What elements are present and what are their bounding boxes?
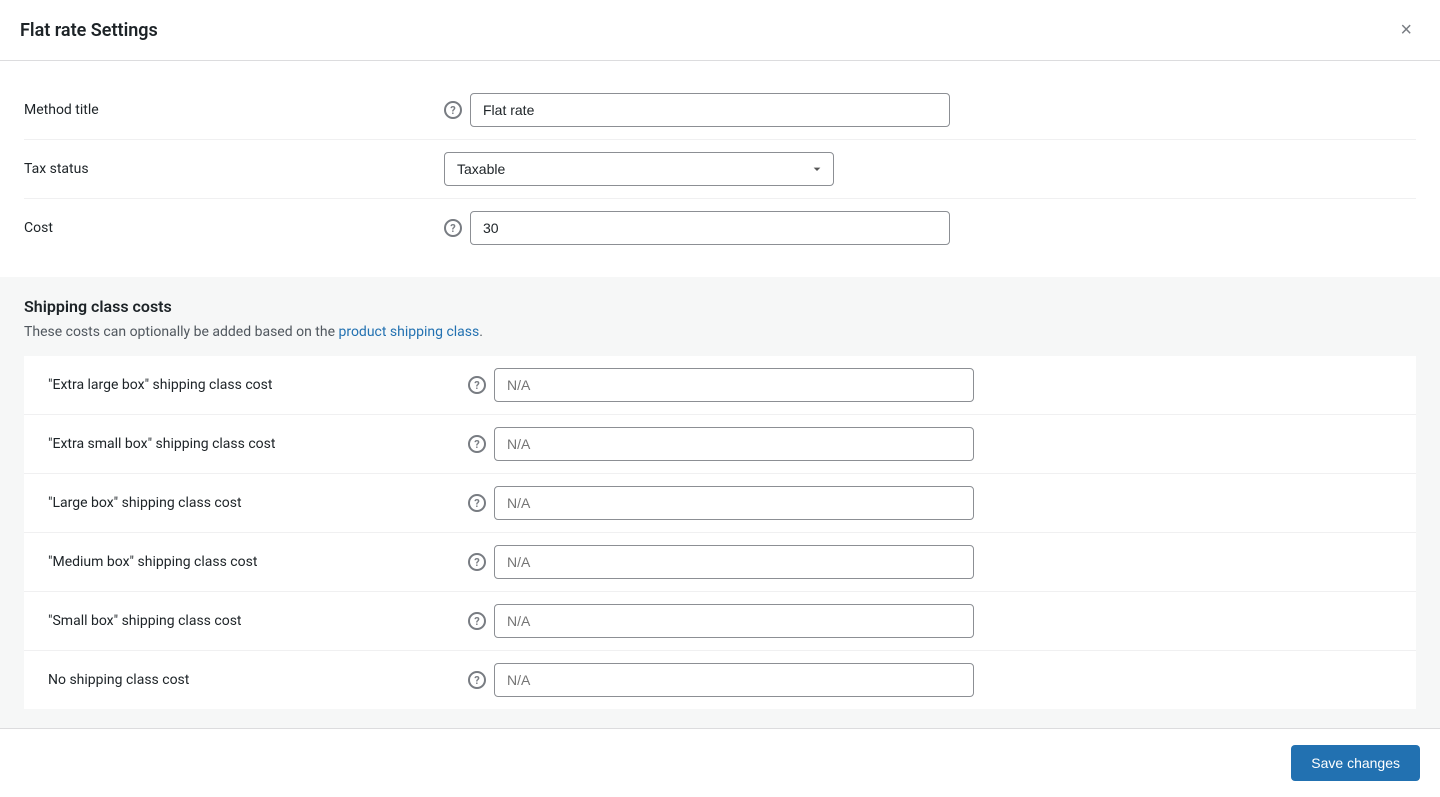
- modal-overlay: Flat rate Settings × Method title ?: [0, 0, 1440, 797]
- cost-label: Cost: [24, 220, 444, 236]
- method-title-field: ?: [444, 93, 1416, 127]
- extra-large-box-field: ?: [468, 368, 1392, 402]
- shipping-class-description: These costs can optionally be added base…: [24, 324, 1416, 340]
- no-shipping-class-field: ?: [468, 663, 1392, 697]
- method-title-help-icon[interactable]: ?: [444, 101, 462, 119]
- medium-box-field: ?: [468, 545, 1392, 579]
- save-changes-button[interactable]: Save changes: [1291, 745, 1420, 781]
- cost-help-icon[interactable]: ?: [444, 219, 462, 237]
- no-shipping-class-input[interactable]: [494, 663, 974, 697]
- modal: Flat rate Settings × Method title ?: [0, 0, 1440, 797]
- medium-box-label: "Medium box" shipping class cost: [48, 554, 468, 570]
- extra-large-box-input[interactable]: [494, 368, 974, 402]
- small-box-label: "Small box" shipping class cost: [48, 613, 468, 629]
- large-box-help-icon[interactable]: ?: [468, 494, 486, 512]
- small-box-field: ?: [468, 604, 1392, 638]
- no-shipping-class-help-icon[interactable]: ?: [468, 671, 486, 689]
- tax-status-field: Taxable None: [444, 152, 1416, 186]
- extra-small-box-label: "Extra small box" shipping class cost: [48, 436, 468, 452]
- main-form-section: Method title ? Tax status Taxable: [0, 61, 1440, 277]
- extra-small-box-field: ?: [468, 427, 1392, 461]
- extra-large-box-row: "Extra large box" shipping class cost ?: [24, 356, 1416, 415]
- tax-status-row: Tax status Taxable None: [24, 140, 1416, 199]
- shipping-class-section-title: Shipping class costs: [24, 297, 1416, 316]
- cost-input[interactable]: [470, 211, 950, 245]
- large-box-input[interactable]: [494, 486, 974, 520]
- large-box-label: "Large box" shipping class cost: [48, 495, 468, 511]
- extra-large-box-label: "Extra large box" shipping class cost: [48, 377, 468, 393]
- extra-small-box-row: "Extra small box" shipping class cost ?: [24, 415, 1416, 474]
- modal-body: Method title ? Tax status Taxable: [0, 61, 1440, 728]
- modal-header: Flat rate Settings ×: [0, 0, 1440, 61]
- small-box-input[interactable]: [494, 604, 974, 638]
- large-box-field: ?: [468, 486, 1392, 520]
- extra-small-box-help-icon[interactable]: ?: [468, 435, 486, 453]
- method-title-row: Method title ?: [24, 81, 1416, 140]
- method-title-input[interactable]: [470, 93, 950, 127]
- extra-small-box-input[interactable]: [494, 427, 974, 461]
- modal-title: Flat rate Settings: [20, 20, 158, 41]
- large-box-row: "Large box" shipping class cost ?: [24, 474, 1416, 533]
- tax-status-label: Tax status: [24, 161, 444, 177]
- product-shipping-class-link[interactable]: product shipping class: [338, 324, 479, 340]
- medium-box-row: "Medium box" shipping class cost ?: [24, 533, 1416, 592]
- modal-footer: Save changes: [0, 728, 1440, 797]
- small-box-row: "Small box" shipping class cost ?: [24, 592, 1416, 651]
- medium-box-input[interactable]: [494, 545, 974, 579]
- small-box-help-icon[interactable]: ?: [468, 612, 486, 630]
- shipping-class-rows: "Extra large box" shipping class cost ? …: [24, 356, 1416, 709]
- no-shipping-class-label: No shipping class cost: [48, 672, 468, 688]
- cost-field: ?: [444, 211, 1416, 245]
- no-shipping-class-row: No shipping class cost ?: [24, 651, 1416, 709]
- cost-row: Cost ?: [24, 199, 1416, 257]
- tax-status-select[interactable]: Taxable None: [444, 152, 834, 186]
- shipping-class-section: Shipping class costs These costs can opt…: [0, 277, 1440, 728]
- extra-large-box-help-icon[interactable]: ?: [468, 376, 486, 394]
- medium-box-help-icon[interactable]: ?: [468, 553, 486, 571]
- method-title-label: Method title: [24, 102, 444, 118]
- close-button[interactable]: ×: [1392, 16, 1420, 44]
